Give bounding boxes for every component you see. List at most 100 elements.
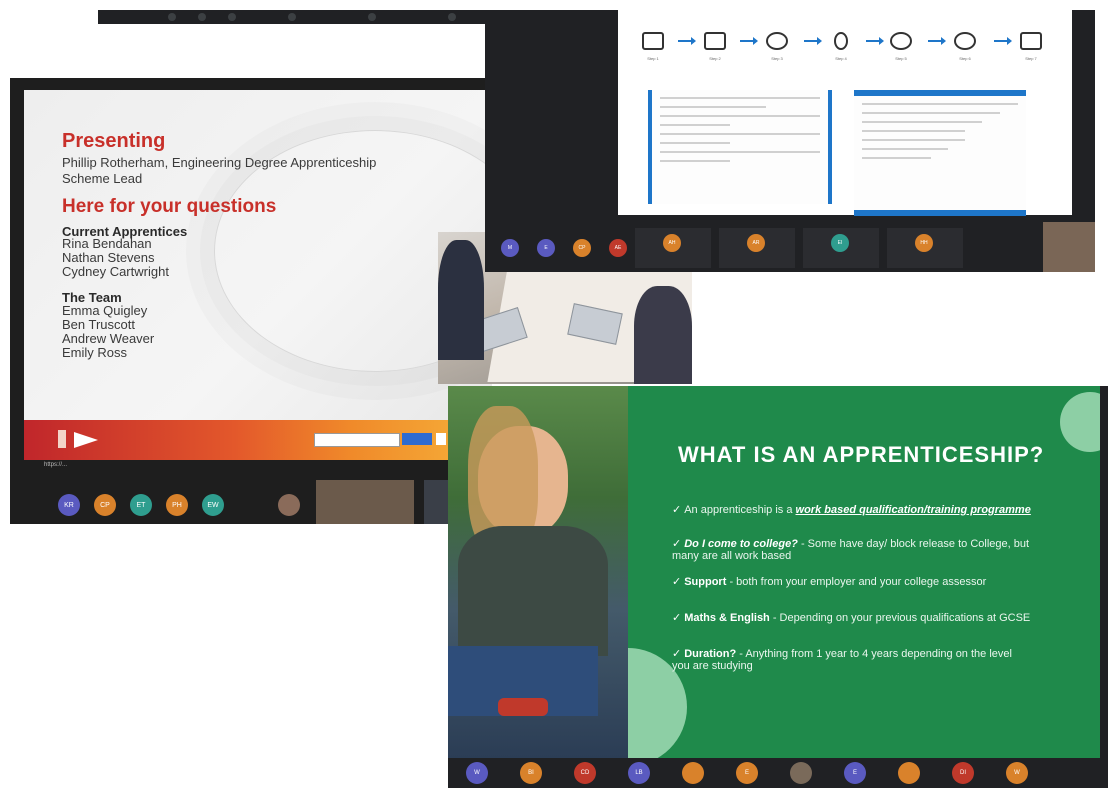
bullet-support: ✓ Support - both from your employer and y… bbox=[672, 576, 987, 588]
form-panel-right bbox=[854, 90, 1026, 216]
toolbar-dot bbox=[288, 13, 296, 21]
participant-tile[interactable]: E bbox=[531, 228, 561, 268]
toolbar-dot bbox=[168, 13, 176, 21]
process-step-3: Step 3 bbox=[752, 32, 802, 61]
participant-tile[interactable]: W bbox=[452, 760, 508, 788]
check-icon: ✓ bbox=[672, 648, 682, 660]
handshake-icon bbox=[766, 32, 788, 50]
participant-tile[interactable]: AR bbox=[719, 228, 795, 268]
meeting-screenshot-apprenticeship: WHAT IS AN APPRENTICESHIP? ✓ An apprentic… bbox=[448, 386, 1108, 788]
slide-heading-presenting: Presenting bbox=[62, 130, 166, 152]
student-photo bbox=[448, 386, 628, 758]
slide-search-box bbox=[314, 433, 400, 447]
participant-avatar: HH bbox=[915, 234, 933, 252]
participant-avatar: AE bbox=[609, 239, 627, 257]
toolbar-dot bbox=[228, 13, 236, 21]
participant-avatar bbox=[790, 762, 812, 784]
person-figure bbox=[438, 240, 484, 360]
participant-tile[interactable]: M bbox=[495, 228, 525, 268]
shared-slide-process: Step 1 Step 2 Step 3 Step 4 Step 5 Step … bbox=[618, 10, 1072, 216]
process-step-5: Step 5 bbox=[876, 32, 926, 61]
participant-avatar: CD bbox=[574, 762, 596, 784]
participant-strip: KR CP ET PH EW bbox=[58, 494, 224, 516]
participant-photo-avatar[interactable] bbox=[278, 494, 300, 516]
slide-close-box bbox=[436, 433, 446, 445]
student-top bbox=[458, 526, 608, 656]
presenter-line-2: Scheme Lead bbox=[62, 171, 143, 186]
participant-tile[interactable]: E bbox=[722, 760, 778, 788]
participant-tile[interactable]: LB bbox=[614, 760, 670, 788]
slide-footer-banner bbox=[24, 420, 492, 460]
participant-tile[interactable]: AE bbox=[603, 228, 633, 268]
team-member-name: Emma Quigley bbox=[62, 303, 148, 318]
participant-tile[interactable]: W bbox=[992, 760, 1048, 788]
participant-avatar[interactable]: EW bbox=[202, 494, 224, 516]
certificate-icon bbox=[704, 32, 726, 50]
process-step-4: Step 4 bbox=[816, 32, 866, 61]
shared-slide-apprenticeship: WHAT IS AN APPRENTICESHIP? ✓ An apprentic… bbox=[628, 386, 1100, 758]
participant-tile[interactable]: DI bbox=[938, 760, 994, 788]
slide-heading-questions: Here for your questions bbox=[62, 196, 277, 217]
bullet-duration: ✓ Duration? - Anything from 1 year to 4 y… bbox=[672, 648, 1012, 672]
laptop-icon bbox=[642, 32, 664, 50]
apprentice-name: Rina Bendahan bbox=[62, 236, 152, 251]
calendar-icon bbox=[1020, 32, 1042, 50]
participant-avatar bbox=[898, 762, 920, 784]
check-icon: ✓ bbox=[672, 538, 682, 550]
bullet-definition: ✓ An apprenticeship is a work based quali… bbox=[672, 504, 1031, 516]
check-icon: ✓ bbox=[672, 612, 682, 624]
participant-avatar: BI bbox=[520, 762, 542, 784]
participant-avatar[interactable]: CP bbox=[94, 494, 116, 516]
participant-tile[interactable]: CP bbox=[567, 228, 597, 268]
participant-avatar: E bbox=[736, 762, 758, 784]
participant-tile[interactable]: CD bbox=[560, 760, 616, 788]
participant-tile[interactable]: AH bbox=[635, 228, 711, 268]
person-figure bbox=[634, 286, 692, 384]
participant-avatar[interactable]: ET bbox=[130, 494, 152, 516]
participant-tile[interactable] bbox=[884, 760, 940, 788]
participant-avatar bbox=[682, 762, 704, 784]
team-member-name: Ben Truscott bbox=[62, 317, 135, 332]
participant-tile[interactable]: HH bbox=[887, 228, 963, 268]
participant-avatar[interactable]: PH bbox=[166, 494, 188, 516]
apprentice-name: Cydney Cartwright bbox=[62, 264, 169, 279]
student-shoe bbox=[498, 698, 548, 716]
participant-avatar: W bbox=[466, 762, 488, 784]
participant-avatar: LB bbox=[628, 762, 650, 784]
toolbar-dot bbox=[448, 13, 456, 21]
process-step-1: Step 1 bbox=[628, 32, 678, 61]
toolbar-dot bbox=[198, 13, 206, 21]
participant-avatar: AR bbox=[747, 234, 765, 252]
participant-tile[interactable]: E bbox=[830, 760, 886, 788]
bullet-maths-english: ✓ Maths & English - Depending on your pre… bbox=[672, 612, 1031, 624]
participant-video-tile[interactable] bbox=[1043, 222, 1095, 272]
toolbar-dot bbox=[368, 13, 376, 21]
people-icon bbox=[954, 32, 976, 50]
participant-tile[interactable] bbox=[668, 760, 724, 788]
handshake-icon bbox=[890, 32, 912, 50]
presenter-line-1: Phillip Rotherham, Engineering Degree Ap… bbox=[62, 155, 377, 170]
check-icon: ✓ bbox=[672, 504, 682, 516]
slide-title: WHAT IS AN APPRENTICESHIP? bbox=[678, 442, 1045, 467]
play-arrow-icon bbox=[74, 432, 98, 448]
apprentice-name: Nathan Stevens bbox=[62, 250, 155, 265]
meeting-screenshot-presenting: Presenting Phillip Rotherham, Engineerin… bbox=[10, 78, 492, 524]
participant-avatar[interactable]: KR bbox=[58, 494, 80, 516]
bullet-college: ✓ Do I come to college? - Some have day/ … bbox=[672, 538, 1030, 562]
participant-tile[interactable]: BI bbox=[506, 760, 562, 788]
person-icon bbox=[834, 32, 848, 50]
check-icon: ✓ bbox=[672, 576, 682, 588]
participant-video-tile[interactable] bbox=[316, 480, 414, 524]
college-logo-icon bbox=[58, 430, 66, 448]
team-member-name: Andrew Weaver bbox=[62, 331, 155, 346]
participant-avatar: DI bbox=[952, 762, 974, 784]
process-step-2: Step 2 bbox=[690, 32, 740, 61]
shared-slide-presenting: Presenting Phillip Rotherham, Engineerin… bbox=[24, 90, 492, 420]
slide-search-button bbox=[402, 433, 432, 445]
participant-tile[interactable] bbox=[776, 760, 832, 788]
decor-circle bbox=[1060, 392, 1100, 452]
participant-avatar: AH bbox=[663, 234, 681, 252]
form-panel-left bbox=[648, 90, 832, 204]
participant-tile[interactable]: EI bbox=[803, 228, 879, 268]
presenter-caption: https://... bbox=[44, 462, 68, 468]
